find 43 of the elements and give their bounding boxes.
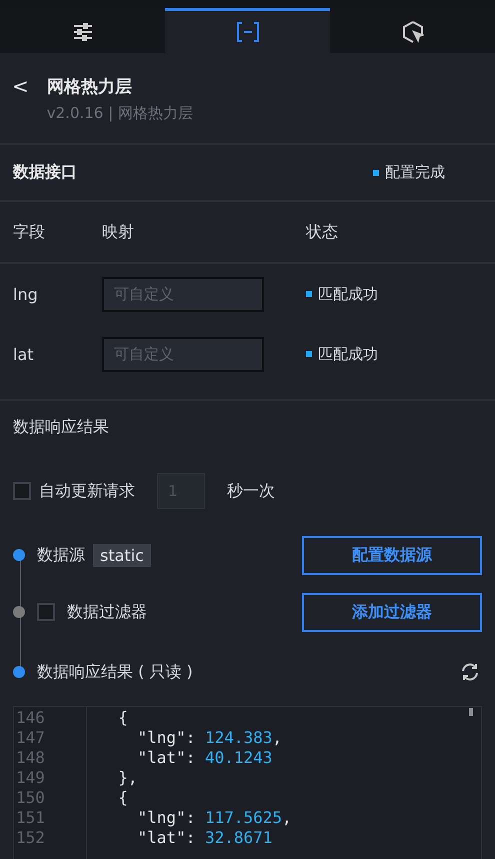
match-status: 匹配成功 [306, 284, 378, 304]
line-number: 148 [15, 748, 46, 768]
step-label: 数据响应结果 ( 只读 ) [37, 662, 193, 682]
bracket-icon [236, 22, 260, 42]
checkbox[interactable] [13, 482, 31, 500]
column-header: 字段 [13, 222, 46, 242]
column-header: 映射 [102, 222, 134, 240]
code-line: { [117, 788, 129, 808]
code-line: "lng": 124.383, [136, 728, 284, 748]
code-line: { [117, 708, 129, 728]
section-title: 数据响应结果 [13, 416, 109, 438]
back-button[interactable]: < [12, 75, 29, 97]
sliders-icon [72, 23, 92, 41]
code-line: "lat": 40.1243 [136, 748, 274, 768]
mapping-input[interactable]: 可自定义 [102, 336, 264, 372]
field-name: lng [13, 284, 39, 304]
line-number: 147 [15, 728, 46, 748]
refresh-icon[interactable] [460, 662, 480, 682]
panel-title: 网格热力层 [46, 76, 133, 98]
code-line: }, [117, 768, 139, 788]
field-name: lat [13, 344, 35, 364]
code-line: "lat": 32.8671 [136, 828, 274, 848]
add-filter-button[interactable]: 添加过滤器 [302, 592, 482, 632]
mapping-input[interactable]: 可自定义 [102, 276, 264, 312]
hexagon-cursor-icon [402, 21, 424, 43]
line-number: 150 [15, 788, 46, 808]
match-status: 匹配成功 [306, 344, 378, 364]
configure-source-button[interactable]: 配置数据源 [302, 536, 482, 574]
line-number: 151 [15, 808, 46, 828]
step-label: 数据源 [37, 544, 85, 566]
line-number: 152 [15, 828, 46, 848]
checkbox[interactable] [37, 603, 55, 621]
line-number: 149 [15, 768, 46, 788]
code-line: "lng": 117.5625, [136, 808, 292, 828]
version-text: v2.0.16 | 网格热力层 [46, 104, 193, 123]
step-label: 数据过滤器 [67, 602, 147, 622]
checkbox-label: 自动更新请求 [39, 480, 135, 502]
section-title: 数据接口 [13, 162, 77, 183]
source-tag: static [93, 544, 151, 566]
line-number: 146 [15, 708, 46, 728]
status-text: 配置完成 [373, 163, 445, 182]
column-header: 状态 [306, 222, 338, 242]
unit-text: 秒一次 [227, 480, 275, 502]
